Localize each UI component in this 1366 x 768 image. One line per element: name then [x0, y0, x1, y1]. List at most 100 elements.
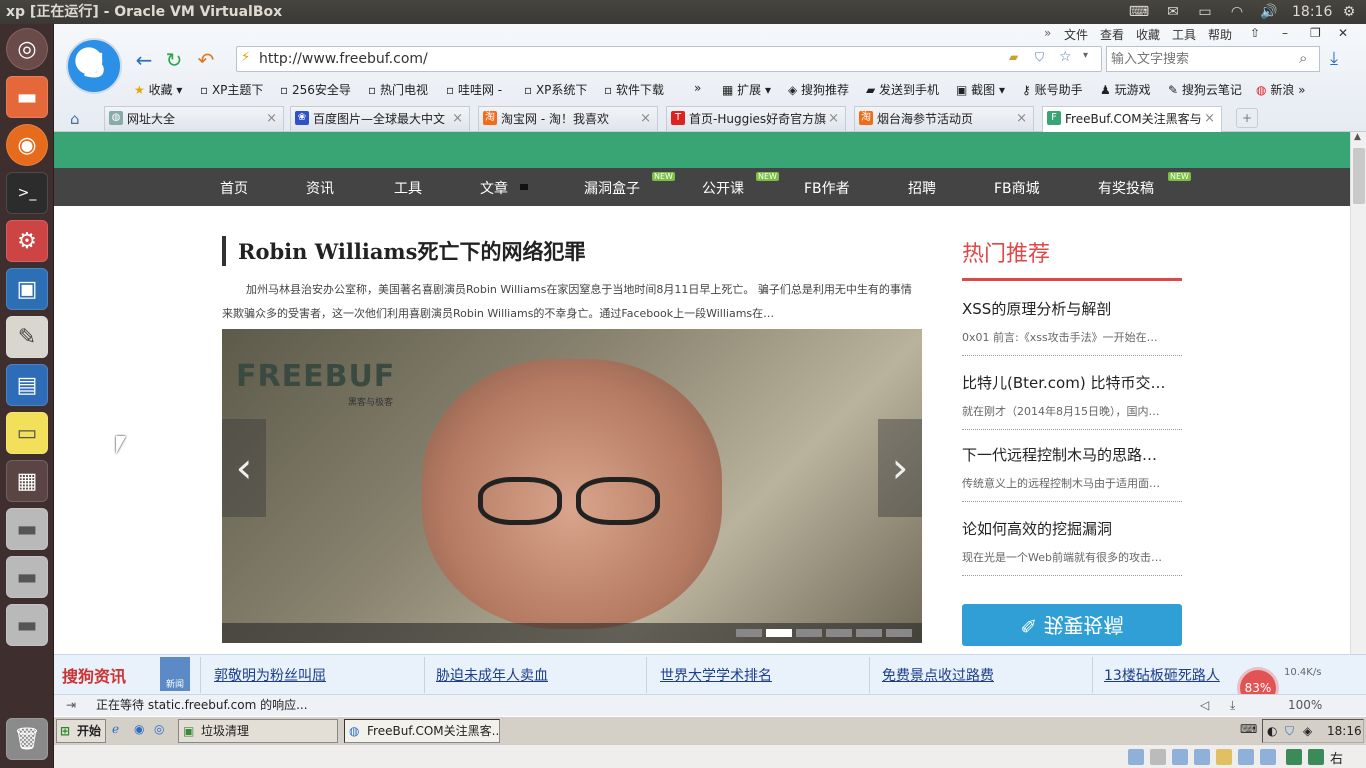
drive-icon[interactable]: ▬ — [6, 604, 48, 646]
virtualbox-icon[interactable]: ▣ — [6, 268, 48, 310]
minimize-icon[interactable]: – — [1282, 26, 1288, 40]
sidebar-toggle-icon[interactable]: ⇥ — [66, 695, 76, 716]
bookmark-item[interactable]: ✎ 搜狗云笔记 — [1168, 81, 1242, 98]
bookmark-item[interactable]: ▫ XP主题下 — [200, 81, 263, 98]
restore-icon[interactable]: ❐ — [1310, 26, 1321, 40]
chevron-down-icon[interactable]: ▾ — [1083, 50, 1088, 61]
browser-icon[interactable]: ◎ — [154, 722, 164, 736]
volume-icon[interactable]: ◁ — [1200, 695, 1209, 716]
writer-icon[interactable]: ▤ — [6, 364, 48, 406]
image-slider[interactable]: FREEBUF 黑客与极客 ‹ › — [222, 329, 922, 643]
hot-item[interactable]: 比特儿(Bter.com) 比特币交… 就在刚才（2014年8月15日晚），国内… — [962, 372, 1182, 430]
ubuntu-dash-icon[interactable]: ◎ — [6, 28, 48, 70]
bookmark-item[interactable]: ♟ 玩游戏 — [1100, 81, 1151, 98]
network-icon[interactable] — [1194, 749, 1210, 765]
keyboard-icon[interactable]: ⌨ — [1240, 722, 1257, 736]
slider-prev-button[interactable]: ‹ — [222, 419, 266, 517]
files-icon[interactable]: ▬ — [6, 76, 48, 118]
drive-icon[interactable]: ▬ — [6, 508, 48, 550]
workspace-switcher-icon[interactable]: ▦ — [6, 460, 48, 502]
new-tab-button[interactable]: + — [1236, 108, 1258, 128]
tab[interactable]: ◍ 网址大全 × — [104, 106, 284, 131]
refresh-icon[interactable]: ↻ — [162, 48, 186, 72]
close-icon[interactable]: ✕ — [1338, 26, 1348, 40]
hot-item[interactable]: 论如何高效的挖掘漏洞 现在光是一个Web前端就有很多的攻击… — [962, 518, 1182, 576]
search-box[interactable]: ⌕ — [1106, 46, 1320, 72]
tab-active[interactable]: F FreeBuf.COM关注黑客与 × — [1042, 106, 1222, 132]
zoom-level[interactable]: 100% — [1288, 695, 1322, 716]
search-input[interactable] — [1111, 49, 1291, 69]
undo-icon[interactable]: ↶ — [194, 48, 218, 72]
bookmark-item[interactable]: ▣ 截图 ▾ — [956, 81, 1005, 98]
usb-icon[interactable] — [1172, 749, 1188, 765]
nav-shop[interactable]: FB商城 — [994, 178, 1040, 198]
search-icon[interactable]: ⌕ — [1299, 49, 1307, 67]
bookmark-item[interactable]: ▫ 哇哇网 - — [446, 81, 502, 98]
close-icon[interactable]: × — [266, 107, 277, 131]
news-link[interactable]: 胁迫未成年人卖血 — [436, 665, 548, 685]
url-text[interactable]: http://www.freebuf.com/ — [259, 51, 428, 67]
task-button[interactable]: ▣ 垃圾清理 — [178, 719, 338, 743]
nav-home[interactable]: 首页 — [220, 178, 248, 198]
menu-help[interactable]: 帮助 — [1208, 26, 1232, 43]
hot-item-title[interactable]: 比特儿(Bter.com) 比特币交… — [962, 372, 1182, 393]
vm-display[interactable]: S » 文件 查看 收藏 工具 帮助 ⇧ – ❐ ✕ ← ↻ ↶ ⚡ http:… — [54, 24, 1366, 716]
hot-item-title[interactable]: 论如何高效的挖掘漏洞 — [962, 518, 1182, 539]
shield-icon[interactable]: ⛉ — [1035, 50, 1044, 65]
tab[interactable]: ❀ 百度图片—全球最大中文 × — [290, 106, 470, 131]
close-icon[interactable]: × — [1204, 107, 1215, 131]
scroll-up-icon[interactable]: ▲ — [1354, 132, 1361, 142]
back-icon[interactable]: ← — [132, 48, 156, 72]
news-link[interactable]: 免费景点收过路费 — [882, 665, 994, 685]
settings-icon[interactable]: ⚙ — [6, 220, 48, 262]
recording-icon[interactable] — [1260, 749, 1276, 765]
nav-vulnbox[interactable]: 漏洞盒子 — [584, 178, 640, 198]
hot-item[interactable]: XSS的原理分析与解剖 0x01 前言:《xss攻击手法》一开始在… — [962, 298, 1182, 356]
nav-articles[interactable]: 文章 — [480, 178, 508, 198]
volume-icon[interactable]: 🔊 — [1258, 3, 1280, 21]
tray-clock[interactable]: 18:16 — [1327, 720, 1362, 742]
nav-authors[interactable]: FB作者 — [804, 178, 850, 198]
tab[interactable]: 淘 淘宝网 - 淘！我喜欢 × — [478, 106, 658, 131]
cpu-icon[interactable] — [1286, 749, 1302, 765]
download-icon[interactable]: ⤓ — [1330, 48, 1338, 69]
cd-icon[interactable] — [1150, 749, 1166, 765]
menu-favorites[interactable]: 收藏 — [1136, 26, 1160, 43]
menu-file[interactable]: 文件 — [1064, 26, 1088, 43]
hot-item-title[interactable]: 下一代远程控制木马的思路… — [962, 444, 1182, 465]
close-icon[interactable]: × — [828, 107, 839, 131]
bookmark-item[interactable]: ◈ 搜狗推荐 — [788, 81, 849, 98]
terminal-icon[interactable]: >_ — [6, 172, 48, 214]
nav-tools[interactable]: 工具 — [394, 178, 422, 198]
slider-dot[interactable] — [796, 629, 822, 637]
gear-icon[interactable]: ⚙ — [1338, 3, 1360, 21]
bookmark-item[interactable]: ◍ 新浪 » — [1256, 81, 1305, 98]
news-link[interactable]: 世界大学学术排名 — [660, 665, 772, 685]
trash-icon[interactable]: 🗑 — [6, 718, 48, 760]
tray-icon[interactable]: ◈ — [1303, 720, 1312, 742]
start-button[interactable]: ⊞ 开始 — [56, 719, 106, 743]
menu-view[interactable]: 查看 — [1100, 26, 1124, 43]
task-button-active[interactable]: ◍ FreeBuf.COM关注黑客... — [344, 719, 500, 743]
hdd-icon[interactable] — [1128, 749, 1144, 765]
battery-icon[interactable]: ▭ — [1194, 3, 1216, 21]
chevron-right-icon[interactable]: » — [694, 81, 701, 95]
star-icon[interactable]: ☆ — [1059, 49, 1072, 65]
slider-dot[interactable] — [886, 629, 912, 637]
nav-submit[interactable]: 有奖投稿 — [1098, 178, 1154, 198]
text-editor-icon[interactable]: ✎ — [6, 316, 48, 358]
bookmark-item[interactable]: ▫ 热门电视 — [368, 81, 428, 98]
news-link[interactable]: 郭敬明为粉丝叫屈 — [214, 665, 326, 685]
panel-clock[interactable]: 18:16 — [1292, 0, 1332, 24]
display-icon[interactable] — [1238, 749, 1254, 765]
hot-item-title[interactable]: XSS的原理分析与解剖 — [962, 298, 1182, 319]
wifi-icon[interactable]: ◠ — [1226, 3, 1248, 21]
bookmark-extensions[interactable]: ▦ 扩展 ▾ — [722, 81, 771, 98]
quicklaunch-icon[interactable]: ◉ — [134, 722, 144, 736]
nav-jobs[interactable]: 招聘 — [908, 178, 936, 198]
address-bar[interactable]: ⚡ http://www.freebuf.com/ ▰ ⛉ ☆ ▾ — [236, 46, 1102, 72]
chevron-right-icon[interactable]: » — [1044, 26, 1051, 40]
close-icon[interactable]: × — [640, 107, 651, 131]
menu-tools[interactable]: 工具 — [1172, 26, 1196, 43]
bookmark-item[interactable]: ▰ 发送到手机 — [866, 81, 939, 98]
